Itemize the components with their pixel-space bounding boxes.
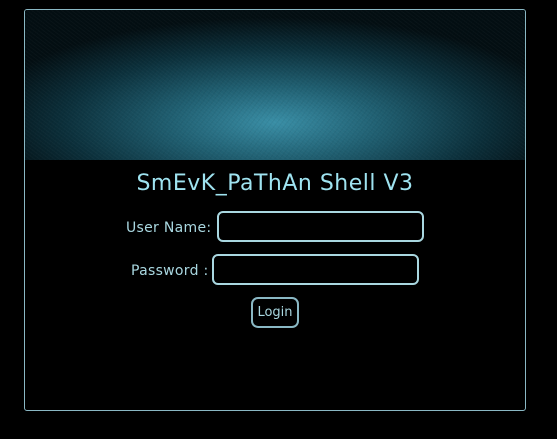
login-button[interactable]: Login [251, 297, 299, 328]
username-label: User Name: [126, 220, 212, 236]
login-panel: SmEvK_PaThAn Shell V3 User Name: Passwor… [24, 9, 526, 411]
username-field[interactable] [217, 211, 424, 242]
page-title: SmEvK_PaThAn Shell V3 [136, 171, 414, 196]
password-field[interactable] [212, 254, 419, 285]
header-banner-image [25, 10, 525, 160]
password-label: Password : [131, 263, 209, 279]
